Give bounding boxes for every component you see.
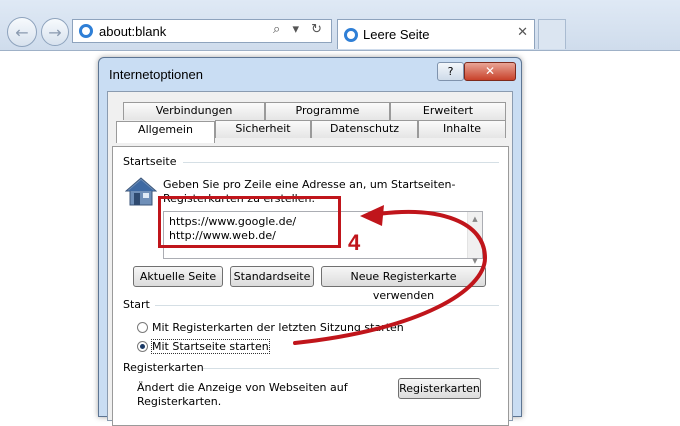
annotation-arrow (293, 205, 488, 345)
tab-allgemein[interactable]: Allgemein (116, 121, 215, 143)
